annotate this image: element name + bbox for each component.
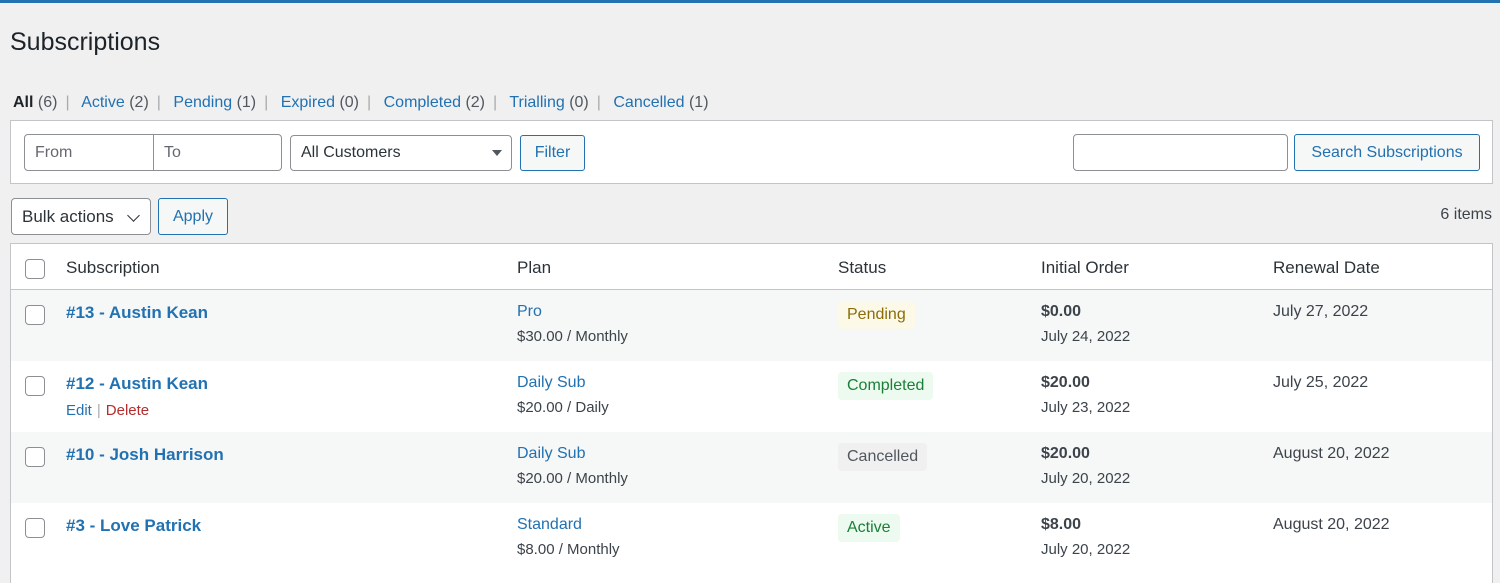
row-checkbox[interactable] bbox=[25, 305, 45, 325]
subscriptions-table: Subscription Plan Status Initial Order R… bbox=[10, 243, 1493, 583]
chevron-down-icon bbox=[127, 209, 140, 222]
bulk-actions-select[interactable]: Bulk actions bbox=[11, 198, 151, 235]
customer-select[interactable]: All Customers bbox=[290, 135, 512, 171]
column-header-subscription[interactable]: Subscription bbox=[66, 258, 160, 278]
tab-cancelled-label[interactable]: Cancelled bbox=[613, 94, 684, 111]
tab-completed-label[interactable]: Completed bbox=[384, 94, 461, 111]
tab-count: (2) bbox=[129, 94, 149, 111]
select-all-checkbox[interactable] bbox=[25, 259, 45, 279]
status-badge: Completed bbox=[838, 372, 934, 400]
tab-active-label[interactable]: Active bbox=[81, 94, 125, 111]
subscription-link[interactable]: #13 - Austin Kean bbox=[66, 303, 208, 323]
tab-trialling[interactable]: Trialling (0) bbox=[509, 94, 588, 111]
row-checkbox[interactable] bbox=[25, 518, 45, 538]
items-count: 6 items bbox=[1440, 206, 1492, 223]
plan-link[interactable]: Standard bbox=[517, 516, 582, 534]
row-action-separator: | bbox=[96, 402, 101, 419]
filter-button[interactable]: Filter bbox=[520, 135, 585, 171]
tab-separator: | bbox=[264, 94, 269, 111]
table-header: Subscription Plan Status Initial Order R… bbox=[11, 244, 1492, 290]
table-row: #13 - Austin Kean Pro $30.00 / Monthly P… bbox=[11, 290, 1492, 361]
tab-separator: | bbox=[65, 94, 70, 111]
table-row: #3 - Love Patrick Standard $8.00 / Month… bbox=[11, 503, 1492, 574]
from-date-input[interactable]: From bbox=[24, 134, 154, 171]
tab-count: (0) bbox=[569, 94, 589, 111]
status-filter-tabs: All (6) | Active (2) | Pending (1) | Expire… bbox=[13, 94, 709, 114]
plan-link[interactable]: Daily Sub bbox=[517, 374, 585, 392]
tab-active[interactable]: Active (2) bbox=[81, 94, 149, 111]
plan-price: $8.00 / Monthly bbox=[517, 541, 620, 558]
page-title: Subscriptions bbox=[10, 28, 161, 56]
tab-separator: | bbox=[493, 94, 498, 111]
subscription-link[interactable]: #10 - Josh Harrison bbox=[66, 445, 224, 465]
initial-order-amount: $8.00 bbox=[1041, 516, 1082, 533]
row-checkbox[interactable] bbox=[25, 447, 45, 467]
plan-link[interactable]: Daily Sub bbox=[517, 445, 585, 463]
plan-price: $20.00 / Monthly bbox=[517, 470, 628, 487]
tab-pending-label[interactable]: Pending bbox=[173, 94, 232, 111]
apply-button[interactable]: Apply bbox=[158, 198, 228, 235]
table-row: #12 - Austin Kean Edit | Delete Daily Sub … bbox=[11, 361, 1492, 432]
to-date-input[interactable]: To bbox=[153, 134, 282, 171]
edit-link[interactable]: Edit bbox=[66, 402, 92, 419]
tab-expired[interactable]: Expired (0) bbox=[281, 94, 359, 111]
tab-trialling-label[interactable]: Trialling bbox=[509, 94, 564, 111]
tab-separator: | bbox=[156, 94, 161, 111]
tab-count: (0) bbox=[339, 94, 359, 111]
tab-count: (1) bbox=[688, 94, 709, 111]
bulk-actions-value: Bulk actions bbox=[22, 207, 114, 226]
initial-order-amount: $20.00 bbox=[1041, 445, 1090, 462]
admin-top-accent-bar bbox=[0, 0, 1500, 3]
subscription-link[interactable]: #12 - Austin Kean bbox=[66, 374, 208, 394]
tab-separator: | bbox=[367, 94, 372, 111]
renewal-date: August 20, 2022 bbox=[1273, 516, 1390, 533]
initial-order-date: July 20, 2022 bbox=[1041, 470, 1131, 487]
tab-count: (1) bbox=[236, 94, 257, 111]
initial-order-amount: $20.00 bbox=[1041, 374, 1090, 391]
column-header-plan: Plan bbox=[517, 258, 552, 277]
tab-all[interactable]: All (6) bbox=[13, 94, 57, 111]
customer-select-value: All Customers bbox=[301, 144, 401, 161]
subscription-link[interactable]: #3 - Love Patrick bbox=[66, 516, 201, 536]
tab-all-label[interactable]: All bbox=[13, 94, 33, 111]
column-header-renewal-date: Renewal Date bbox=[1273, 258, 1380, 277]
column-header-status: Status bbox=[838, 258, 887, 277]
column-header-initial-order: Initial Order bbox=[1041, 258, 1129, 277]
tab-pending[interactable]: Pending (1) bbox=[173, 94, 256, 111]
initial-order-amount: $0.00 bbox=[1041, 303, 1082, 320]
initial-order-date: July 24, 2022 bbox=[1041, 328, 1131, 345]
plan-price: $30.00 / Monthly bbox=[517, 328, 628, 345]
tab-count: (2) bbox=[465, 94, 485, 111]
renewal-date: July 27, 2022 bbox=[1273, 303, 1369, 320]
initial-order-date: July 23, 2022 bbox=[1041, 399, 1131, 416]
initial-order-date: July 20, 2022 bbox=[1041, 541, 1131, 558]
delete-link[interactable]: Delete bbox=[106, 402, 149, 419]
renewal-date: July 25, 2022 bbox=[1273, 374, 1369, 391]
caret-down-icon bbox=[492, 150, 502, 156]
filter-bar: From To All Customers Filter Search Subs… bbox=[10, 120, 1493, 184]
plan-price: $20.00 / Daily bbox=[517, 399, 609, 416]
tab-cancelled[interactable]: Cancelled (1) bbox=[613, 94, 708, 111]
table-row: #10 - Josh Harrison Daily Sub $20.00 / M… bbox=[11, 432, 1492, 503]
tab-separator: | bbox=[596, 94, 601, 111]
status-badge: Cancelled bbox=[838, 443, 928, 471]
search-input[interactable] bbox=[1073, 134, 1288, 171]
tab-expired-label[interactable]: Expired bbox=[281, 94, 335, 111]
status-badge: Pending bbox=[838, 301, 915, 329]
row-actions: Edit | Delete bbox=[66, 402, 149, 419]
row-checkbox[interactable] bbox=[25, 376, 45, 396]
status-badge: Active bbox=[838, 514, 900, 542]
search-subscriptions-button[interactable]: Search Subscriptions bbox=[1294, 134, 1480, 171]
tab-completed[interactable]: Completed (2) bbox=[384, 94, 485, 111]
plan-link[interactable]: Pro bbox=[517, 303, 542, 321]
tab-count: (6) bbox=[37, 94, 58, 111]
renewal-date: August 20, 2022 bbox=[1273, 445, 1390, 462]
